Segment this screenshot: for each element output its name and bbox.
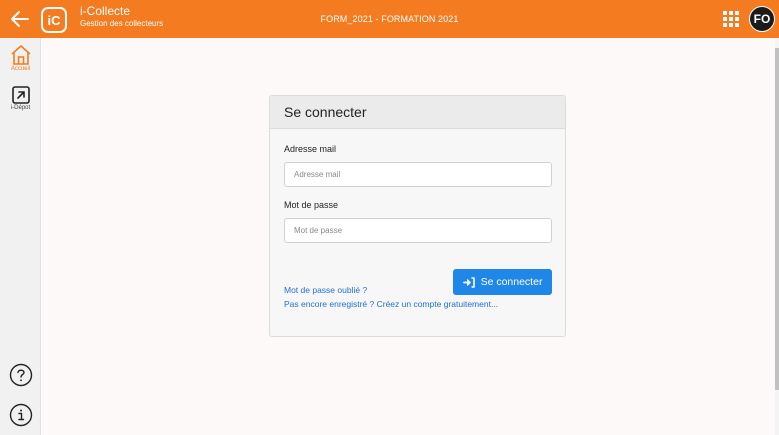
email-label: Adresse mail [284,144,337,154]
login-card: Se connecter Adresse mail Mot de passe S… [269,95,566,337]
password-field[interactable] [284,218,552,243]
user-avatar[interactable]: FO [749,6,775,32]
sidebar-item-idepot[interactable]: i-Dépot [0,85,41,111]
help-icon [9,363,33,387]
info-button[interactable] [9,403,33,427]
forgot-password-link[interactable]: Mot de passe oublié ? [284,285,367,295]
help-button[interactable] [9,363,33,387]
sign-in-icon [462,276,475,288]
info-icon [9,403,33,427]
password-label: Mot de passe [284,200,339,210]
sidebar: Accueil i-Dépot [0,38,41,435]
login-button[interactable]: Se connecter [453,269,552,295]
scrollbar-thumb[interactable] [775,48,779,390]
login-title: Se connecter [284,104,367,120]
sidebar-item-accueil[interactable]: Accueil [0,44,41,72]
login-card-header: Se connecter [270,96,565,129]
form-title: FORM_2021 - FORMATION 2021 [320,14,459,24]
sidebar-item-label: i-Dépot [10,105,31,111]
register-link[interactable]: Pas encore enregistré ? Créez un compte … [284,299,498,309]
login-button-label: Se connecter [480,276,543,288]
top-bar: iC i-Collecte Gestion des collecteurs FO… [0,0,779,38]
external-link-icon [11,86,30,104]
email-field[interactable] [284,162,552,187]
sidebar-item-label: Accueil [10,66,31,72]
scrollbar[interactable] [775,38,779,435]
home-icon [10,45,31,65]
apps-grid-icon[interactable] [722,10,739,27]
